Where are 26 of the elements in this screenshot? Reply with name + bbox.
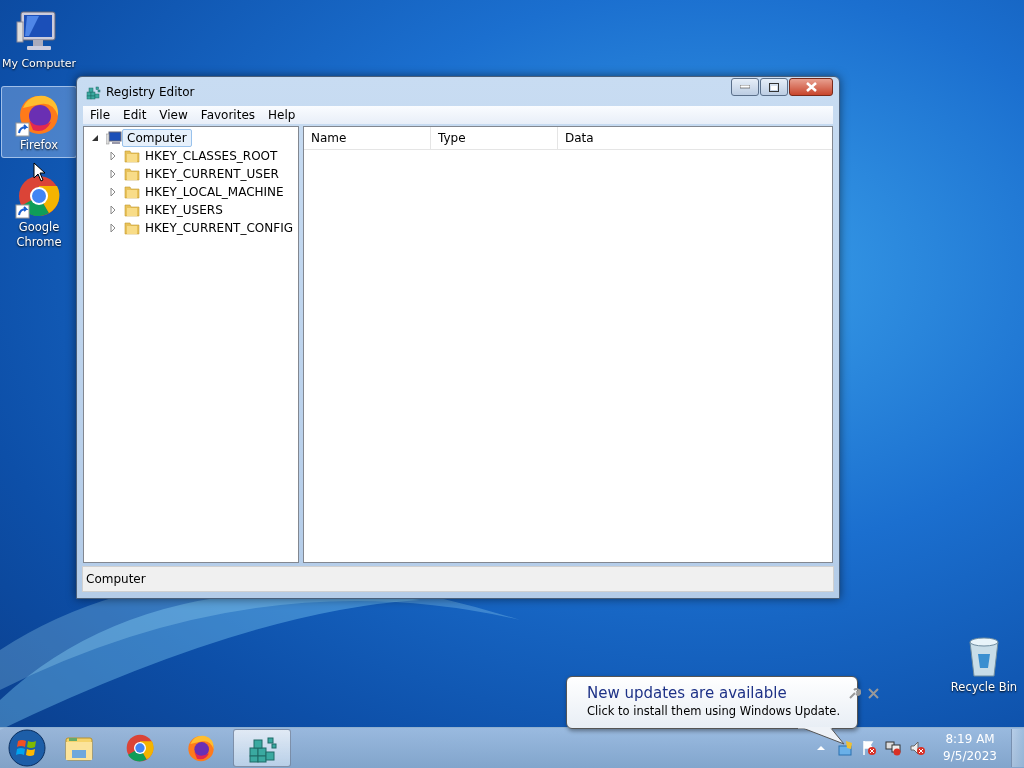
desktop-shortcut[interactable]: My Computer: [1, 4, 77, 76]
column-header[interactable]: Name: [304, 127, 431, 149]
notification-message: Click to install them using Windows Update.: [587, 703, 841, 719]
icon-label: Firefox: [18, 138, 60, 153]
icon-label: Google Chrome: [15, 220, 63, 250]
desktop-shortcut[interactable]: Google Chrome: [1, 168, 77, 255]
menu-item[interactable]: File: [83, 106, 117, 124]
menu-item[interactable]: Favorites: [193, 106, 262, 124]
tree-node[interactable]: HKEY_CLASSES_ROOT: [140, 147, 283, 165]
status-text: Computer: [85, 572, 146, 586]
tree-node[interactable]: HKEY_CURRENT_CONFIG: [139, 219, 298, 237]
desktop-shortcut[interactable]: Firefox: [1, 86, 77, 158]
menu-item[interactable]: Help: [261, 106, 302, 124]
tree-node[interactable]: Computer: [122, 129, 192, 147]
tree-node[interactable]: HKEY_USERS: [140, 201, 228, 219]
window-title: Registry Editor: [106, 84, 195, 99]
icon-label: Recycle Bin: [949, 680, 1019, 695]
menu-item[interactable]: View: [152, 106, 194, 124]
notification-title: New updates are available: [587, 683, 788, 703]
column-header[interactable]: Type: [431, 127, 558, 149]
column-header[interactable]: Data: [558, 127, 832, 149]
desktop-shortcut[interactable]: Recycle Bin: [946, 628, 1022, 700]
tree-node[interactable]: HKEY_CURRENT_USER: [140, 165, 284, 183]
menu-item[interactable]: Edit: [116, 106, 153, 124]
tree-node[interactable]: HKEY_LOCAL_MACHINE: [140, 183, 289, 201]
icon-label: My Computer: [1, 56, 77, 71]
